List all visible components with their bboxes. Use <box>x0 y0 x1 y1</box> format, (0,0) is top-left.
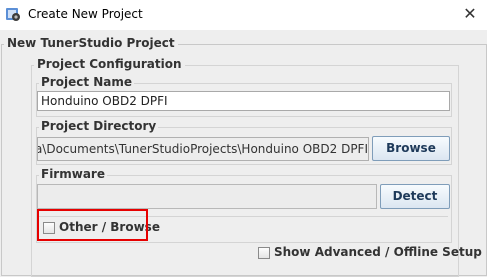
title-bar: Create New Project ✕ <box>0 0 487 30</box>
project-configuration-label: Project Configuration <box>34 57 185 71</box>
project-name-label: Project Name <box>39 75 135 89</box>
tunerstudio-app-icon <box>5 6 21 22</box>
project-directory-value: Tuga\Documents\TunerStudioProjects\Hondu… <box>37 142 368 156</box>
highlight-box <box>37 209 148 241</box>
firmware-detect-button[interactable]: Detect <box>380 184 450 209</box>
show-advanced-label[interactable]: Show Advanced / Offline Setup <box>274 245 482 259</box>
show-advanced-checkbox[interactable] <box>258 247 270 259</box>
project-directory-label: Project Directory <box>39 119 159 133</box>
project-directory-browse-button[interactable]: Browse <box>372 136 450 161</box>
close-icon[interactable]: ✕ <box>460 5 480 23</box>
new-project-group-label: New TunerStudio Project <box>4 36 178 50</box>
firmware-field[interactable] <box>37 184 377 209</box>
project-name-input[interactable]: Honduino OBD2 DPFI <box>37 91 450 111</box>
window-title: Create New Project <box>28 7 143 21</box>
project-directory-field[interactable]: Tuga\Documents\TunerStudioProjects\Hondu… <box>37 137 369 161</box>
firmware-label: Firmware <box>39 167 107 181</box>
